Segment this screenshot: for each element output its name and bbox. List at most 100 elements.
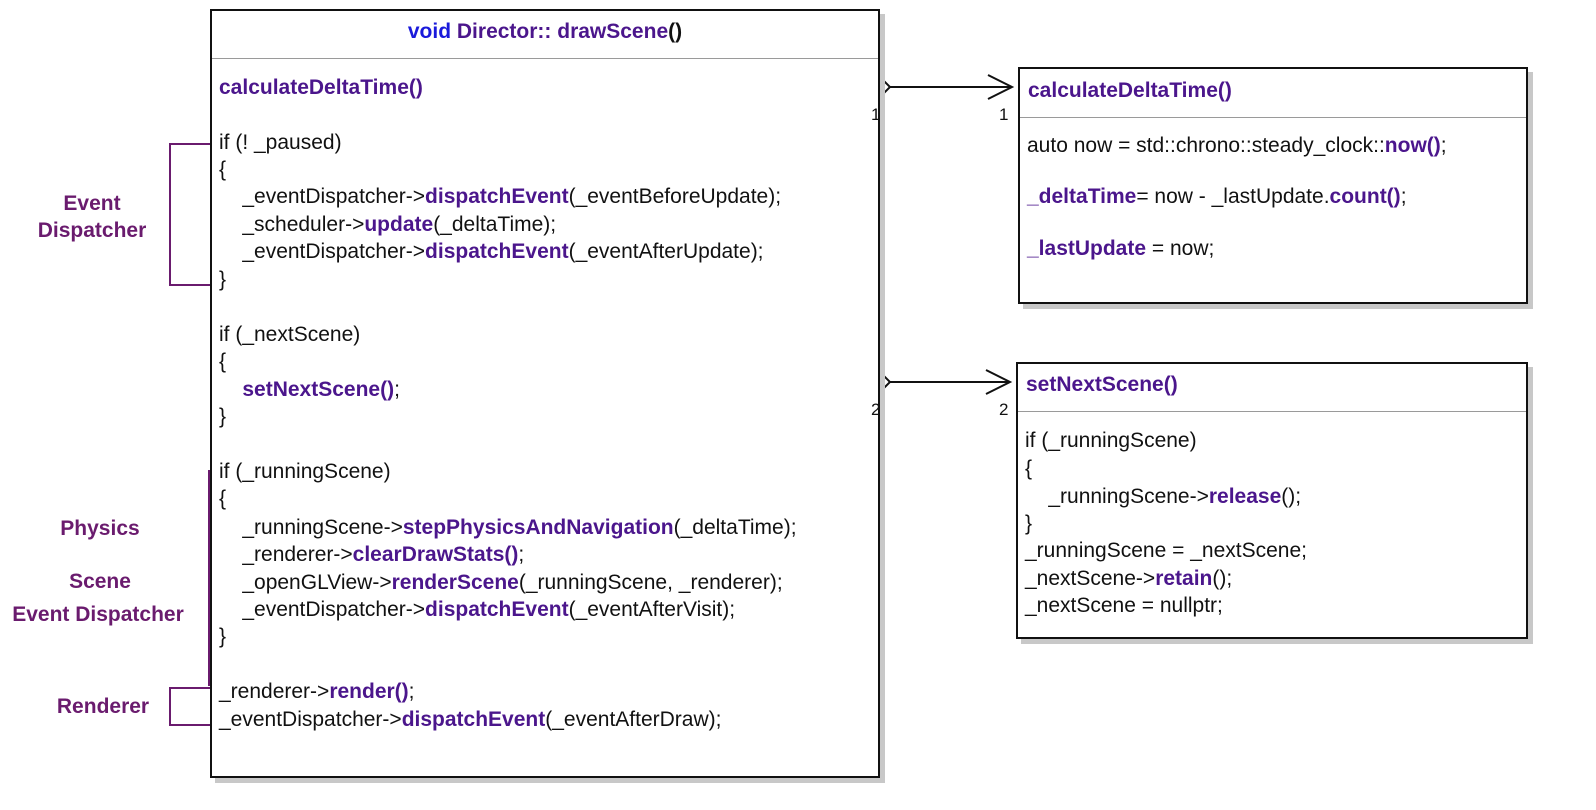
- code-line: _nextScene = nullptr;: [1025, 594, 1223, 618]
- code-line: _eventDispatcher->dispatchEvent(_eventAf…: [219, 598, 735, 622]
- code-line: }: [219, 625, 226, 649]
- code-text: if (! _paused): [219, 131, 342, 154]
- code-text: {: [219, 158, 227, 181]
- code-text: = now - _lastUpdate.: [1136, 185, 1330, 208]
- code-line: if (_runningScene): [219, 460, 391, 484]
- code-text: ;: [518, 543, 525, 566]
- code-text: (_eventBeforeUpdate);: [568, 185, 782, 208]
- code-line: }: [219, 405, 226, 429]
- code-text: ;: [394, 378, 400, 401]
- multiplicity-next-target: 2: [999, 400, 1009, 419]
- code-highlight: release: [1208, 485, 1282, 508]
- header-divider: [212, 58, 878, 59]
- label-event-dispatcher-top: Event Dispatcher: [37, 192, 147, 242]
- code-text: }: [219, 405, 227, 428]
- code-line: auto now = std::chrono::steady_clock::no…: [1027, 134, 1447, 158]
- code-highlight: retain: [1155, 567, 1213, 590]
- code-line: setNextScene();: [219, 378, 400, 402]
- code-line: if (_nextScene): [219, 323, 360, 347]
- code-text: _runningScene->: [219, 516, 403, 539]
- code-highlight: calculateDeltaTime(): [219, 76, 423, 99]
- code-text: _eventDispatcher->: [219, 708, 402, 731]
- code-line: _scheduler->update(_deltaTime);: [219, 213, 556, 237]
- code-text: _runningScene = _nextScene;: [1025, 539, 1307, 562]
- code-line: _runningScene = _nextScene;: [1025, 539, 1307, 563]
- calculate-delta-time-title: calculateDeltaTime(): [1028, 79, 1232, 102]
- code-text: (_deltaTime);: [433, 213, 557, 236]
- code-text: }: [219, 625, 227, 648]
- code-text: ;: [408, 680, 415, 703]
- renderer-bracket: [169, 687, 212, 726]
- label-physics: Physics: [60, 517, 140, 540]
- code-text: (_eventAfterVisit);: [568, 598, 736, 621]
- code-text: (_deltaTime);: [673, 516, 797, 539]
- code-text: = now;: [1146, 237, 1215, 260]
- code-text: ();: [1281, 485, 1302, 508]
- label-scene: Scene: [69, 570, 131, 593]
- code-text: _nextScene = nullptr;: [1025, 594, 1223, 617]
- code-text: auto now = std::chrono::steady_clock::: [1027, 134, 1385, 157]
- title-keyword: void: [407, 20, 452, 43]
- draw-scene-title: void Director:: drawScene(): [212, 20, 878, 44]
- code-highlight: render(): [329, 680, 409, 703]
- code-highlight: clearDrawStats(): [352, 543, 519, 566]
- next-header-divider: [1018, 411, 1526, 412]
- code-line: _renderer->render();: [219, 680, 415, 704]
- code-text: ;: [1440, 134, 1447, 157]
- code-highlight: dispatchEvent: [425, 598, 569, 621]
- code-highlight: dispatchEvent: [425, 240, 569, 263]
- code-text: {: [219, 350, 227, 373]
- code-highlight: _lastUpdate: [1027, 237, 1147, 260]
- title-name: Director:: drawScene: [456, 20, 669, 43]
- code-line: }: [1025, 512, 1032, 536]
- code-text: {: [1025, 457, 1033, 480]
- code-text: (_runningScene, _renderer);: [518, 571, 783, 594]
- draw-scene-box: void Director:: drawScene() calculateDel…: [210, 9, 880, 778]
- code-highlight: stepPhysicsAndNavigation: [402, 516, 674, 539]
- code-text: _nextScene->: [1025, 567, 1156, 590]
- code-text: if (_runningScene): [1025, 429, 1197, 452]
- multiplicity-calc-target: 1: [999, 105, 1009, 124]
- multiplicity-calc-source: 1: [871, 105, 881, 124]
- calculate-delta-time-box: calculateDeltaTime() auto now = std::chr…: [1018, 67, 1528, 304]
- code-line: if (! _paused): [219, 131, 342, 155]
- code-line: if (_runningScene): [1025, 429, 1197, 453]
- code-line: _runningScene->stepPhysicsAndNavigation(…: [219, 516, 797, 540]
- code-line: _openGLView->renderScene(_runningScene, …: [219, 571, 783, 595]
- code-text: if (_runningScene): [219, 460, 391, 483]
- code-text: ;: [1400, 185, 1407, 208]
- code-line: _nextScene->retain();: [1025, 567, 1232, 591]
- code-text: _renderer->: [219, 543, 353, 566]
- code-text: ();: [1212, 567, 1233, 590]
- code-highlight: setNextScene(): [242, 378, 395, 401]
- code-highlight: dispatchEvent: [425, 185, 569, 208]
- code-text: _eventDispatcher->: [219, 240, 426, 263]
- code-text: (_eventAfterUpdate);: [568, 240, 764, 263]
- code-text: }: [219, 268, 227, 291]
- code-line: {: [219, 487, 226, 511]
- code-highlight: _deltaTime: [1027, 185, 1137, 208]
- set-next-scene-title: setNextScene(): [1026, 373, 1178, 396]
- code-text: (_eventAfterDraw);: [545, 708, 722, 731]
- code-text: _openGLView->: [219, 571, 392, 594]
- code-highlight: renderScene: [391, 571, 519, 594]
- code-text: if (_nextScene): [219, 323, 361, 346]
- code-line: _eventDispatcher->dispatchEvent(_eventAf…: [219, 708, 721, 732]
- label-renderer: Renderer: [56, 695, 150, 718]
- code-highlight: dispatchEvent: [401, 708, 546, 731]
- label-event-dispatcher-bottom: Event Dispatcher: [12, 603, 184, 626]
- code-text: _eventDispatcher->: [219, 185, 426, 208]
- code-highlight: count(): [1329, 185, 1401, 208]
- code-line: }: [219, 268, 226, 292]
- code-line: {: [219, 350, 226, 374]
- calc-header-divider: [1020, 117, 1526, 118]
- code-line: _eventDispatcher->dispatchEvent(_eventAf…: [219, 240, 764, 264]
- code-line: calculateDeltaTime(): [219, 76, 423, 100]
- set-next-scene-box: setNextScene() if (_runningScene) { _runn…: [1016, 362, 1528, 639]
- code-highlight: now(): [1384, 134, 1441, 157]
- code-text: }: [1025, 512, 1033, 535]
- code-line: _deltaTime= now - _lastUpdate.count();: [1027, 185, 1407, 209]
- code-text: _renderer->: [219, 680, 330, 703]
- code-line: _runningScene->release();: [1025, 485, 1301, 509]
